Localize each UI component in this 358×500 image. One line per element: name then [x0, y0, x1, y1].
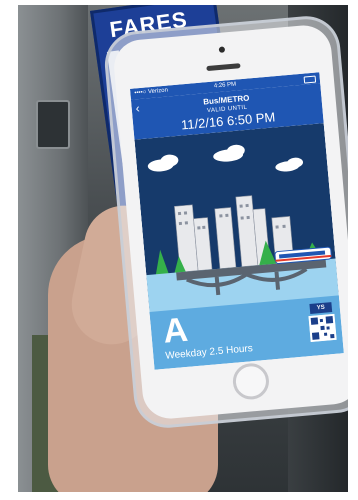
pass-zone-letter: A: [161, 310, 190, 351]
phone-screen: ••••○ Verizon 4:26 PM ‹ Bus/METRO VALID …: [129, 72, 344, 370]
card-slot: [36, 100, 70, 149]
earpiece-speaker: [206, 63, 241, 72]
city-illustration: [134, 123, 340, 323]
photo-scene: FARES ••••○ Verizon 4:26 PM ‹ Bus/METRO …: [18, 5, 348, 492]
phone-body: ••••○ Verizon 4:26 PM ‹ Bus/METRO VALID …: [111, 23, 348, 421]
home-button[interactable]: [231, 361, 271, 401]
phone-case: ••••○ Verizon 4:26 PM ‹ Bus/METRO VALID …: [102, 13, 348, 431]
qr-code-icon[interactable]: [308, 313, 337, 343]
front-camera: [218, 46, 226, 53]
battery-icon: [303, 75, 317, 84]
ys-badge: YS: [309, 302, 333, 314]
